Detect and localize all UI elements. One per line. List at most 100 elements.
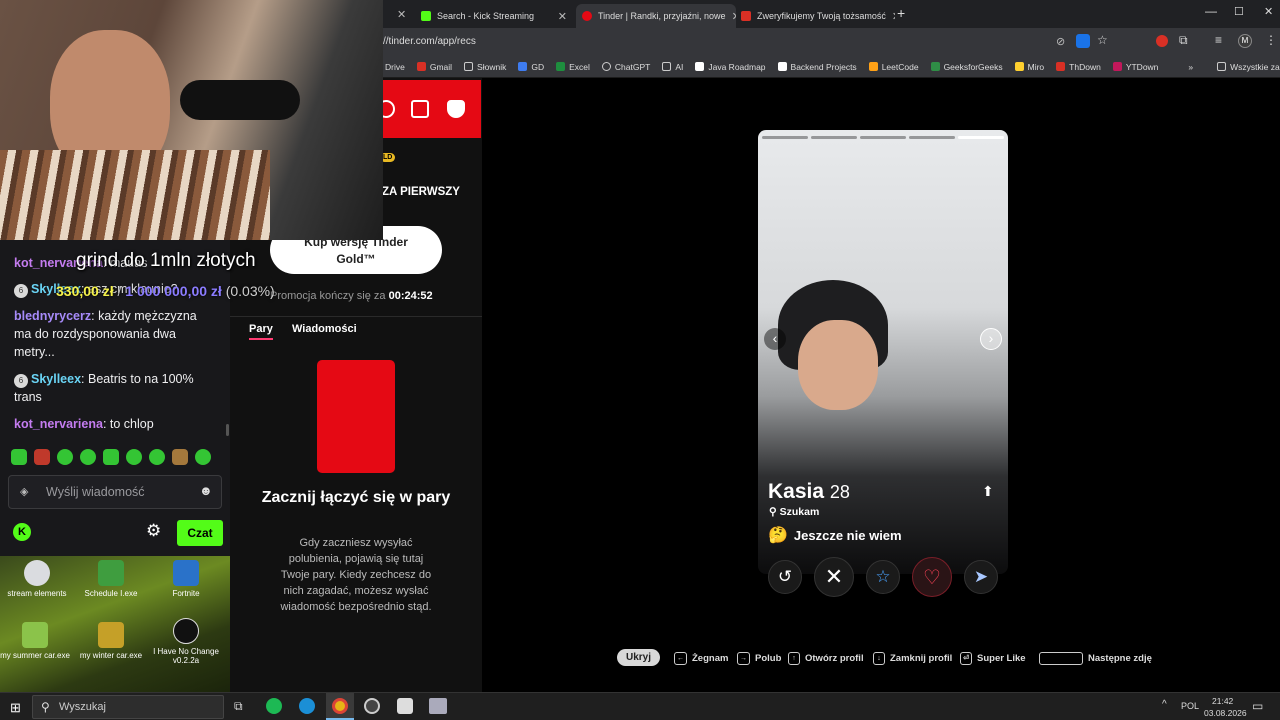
emote-icon[interactable] xyxy=(57,449,73,465)
desktop-icon[interactable]: my winter car.exe xyxy=(76,622,146,660)
language-indicator[interactable]: POL xyxy=(1181,701,1199,711)
notification-icon[interactable]: ▭ xyxy=(1252,699,1263,713)
shortcut-nope: ← Żegnam xyxy=(674,650,728,666)
folder-icon xyxy=(464,62,474,71)
undo-icon[interactable]: ↺ xyxy=(768,560,802,594)
bookmark-star-icon[interactable]: ☆ xyxy=(1097,33,1108,47)
windows-start-icon[interactable]: ⊞ xyxy=(10,700,21,716)
bookmark-item[interactable]: AI xyxy=(662,62,683,72)
profile-age: 28 xyxy=(829,482,850,502)
close-window-icon[interactable]: ✕ xyxy=(1264,5,1273,18)
translate-icon[interactable] xyxy=(1076,34,1090,48)
photo-progress xyxy=(762,136,1004,139)
key-enter: ⏎ xyxy=(960,651,972,665)
shield-icon[interactable] xyxy=(447,100,465,118)
bookmark-item[interactable]: GeeksforGeeks xyxy=(930,62,1003,72)
tray-chevron-icon[interactable]: ^ xyxy=(1162,699,1167,710)
close-tab-icon[interactable]: ✕ xyxy=(558,10,567,23)
close-tab-icon[interactable]: ✕ xyxy=(397,8,406,21)
key-right: → xyxy=(737,651,750,665)
eye-off-icon[interactable]: ⊘ xyxy=(1056,35,1065,48)
desktop-icon[interactable]: my summer car.exe xyxy=(0,622,70,660)
desktop-icon[interactable]: stream elements xyxy=(2,560,72,598)
bookmark-item[interactable]: Drive xyxy=(385,62,405,72)
emote-icon[interactable] xyxy=(172,449,188,465)
emoji-icon[interactable]: ☻ xyxy=(199,483,213,498)
task-view-icon[interactable]: ⧉ xyxy=(234,699,243,714)
super-like-icon[interactable]: ☆ xyxy=(866,560,900,594)
emote-icon[interactable] xyxy=(126,449,142,465)
chat-scrollbar[interactable] xyxy=(226,424,229,436)
bookmark-item[interactable]: Backend Projects xyxy=(777,62,857,72)
all-bookmarks[interactable]: Wszystkie zakładki xyxy=(1217,62,1280,72)
tab-matches[interactable]: Pary xyxy=(249,323,273,340)
bookmark-item[interactable]: Gmail xyxy=(416,62,452,72)
clock-time[interactable]: 21:42 xyxy=(1212,696,1233,706)
open-profile-icon[interactable]: ⬆ xyxy=(982,483,994,500)
bookmark-item[interactable]: ChatGPT xyxy=(601,62,650,72)
key-left: ← xyxy=(674,651,687,665)
hide-shortcuts-button[interactable]: Ukryj xyxy=(617,649,661,666)
chat-input[interactable]: ◈ Wyślij wiadomość ☻ xyxy=(8,475,222,509)
bookmark-item[interactable]: Excel xyxy=(556,62,590,72)
bookmark-item[interactable]: Słownik xyxy=(464,62,506,72)
url-field[interactable]: //tinder.com/app/recs xyxy=(383,36,476,47)
emote-icon[interactable] xyxy=(80,449,96,465)
tab-kick[interactable]: Search - Kick Streaming ✕ xyxy=(415,4,573,28)
bookmark-item[interactable]: GD xyxy=(518,62,544,72)
new-tab-icon[interactable]: + xyxy=(897,5,905,21)
emote-icon[interactable] xyxy=(195,449,211,465)
sub-badge: 6 xyxy=(14,374,28,388)
desktop-icon[interactable]: Fortnite xyxy=(151,560,221,598)
tab-gmail[interactable]: Zweryfikujemy Twoją tożsamość ✕ xyxy=(735,4,895,28)
spotify-icon[interactable] xyxy=(266,698,282,714)
bookmark-item[interactable]: ThDown xyxy=(1056,62,1101,72)
clock-date[interactable]: 03.08.2026 xyxy=(1204,708,1247,718)
extension-icon[interactable] xyxy=(1156,35,1168,47)
desktop-icon[interactable]: I Have No Change v0.2.2a xyxy=(151,618,221,665)
promo-text: Promocja kończy się za xyxy=(270,290,386,302)
bookmark-item[interactable]: YTDown xyxy=(1112,62,1158,72)
desktop-icon[interactable]: Schedule I.exe xyxy=(76,560,146,598)
tab-search-icon[interactable]: ≡ xyxy=(1215,33,1222,47)
bookmark-item[interactable]: LeetCode xyxy=(868,62,919,72)
bookmarks-bar: Drive Gmail Słownik GD Excel ChatGPT AI … xyxy=(383,56,1280,78)
bookmark-item[interactable]: Java Roadmap xyxy=(695,62,766,72)
emote-icon[interactable] xyxy=(34,449,50,465)
emote-icon[interactable] xyxy=(103,449,119,465)
shortcut-like: → Polub xyxy=(737,650,781,666)
gear-icon[interactable]: ⚙ xyxy=(146,521,161,541)
shortcut-close: ↓ Zamknij profil xyxy=(873,650,952,666)
emote-icon[interactable] xyxy=(11,449,27,465)
tab-tinder[interactable]: Tinder | Randki, przyjaźni, nowe ✕ xyxy=(576,4,736,28)
shortcut-superlike: ⏎ Super Like xyxy=(960,650,1026,666)
streamer-shirt xyxy=(0,150,270,240)
chrome-taskbar-item[interactable] xyxy=(326,693,354,720)
close-tab-icon[interactable]: ✕ xyxy=(892,10,895,23)
next-photo-icon[interactable]: › xyxy=(980,328,1002,350)
app-icon[interactable] xyxy=(397,698,413,714)
avatar[interactable]: M xyxy=(1238,34,1252,48)
nope-icon[interactable]: ✕ xyxy=(814,557,854,597)
app-icon[interactable] xyxy=(429,698,447,714)
taskbar-search[interactable]: ⚲ Wyszukaj xyxy=(32,695,224,719)
bookmark-item[interactable]: Miro xyxy=(1014,62,1044,72)
chat-send-button[interactable]: Czat xyxy=(177,520,223,546)
prev-photo-icon[interactable]: ‹ xyxy=(764,328,786,350)
puzzle-icon[interactable]: ⧉ xyxy=(1179,33,1188,48)
minimize-icon[interactable]: — xyxy=(1205,4,1217,18)
shortcut-next-photo: Następne zdję xyxy=(1039,650,1152,666)
search-icon: ⚲ xyxy=(769,506,777,518)
tab-messages[interactable]: Wiadomości xyxy=(292,323,357,335)
emote-icon[interactable] xyxy=(149,449,165,465)
chatgpt-icon xyxy=(601,62,611,71)
profile-card[interactable]: ‹ › Kasia 28 ⬆ ⚲ Szukam 🤔 Jeszcze nie wi… xyxy=(758,130,1008,574)
more-menu-icon[interactable]: ⋮ xyxy=(1265,33,1277,47)
boost-icon[interactable]: ➤ xyxy=(964,560,998,594)
more-bookmarks-icon[interactable]: » xyxy=(1188,62,1193,72)
edge-icon[interactable] xyxy=(299,698,315,714)
maximize-icon[interactable]: ☐ xyxy=(1234,5,1244,18)
like-icon[interactable]: ♡ xyxy=(912,557,952,597)
obs-icon[interactable] xyxy=(364,698,380,714)
briefcase-icon[interactable] xyxy=(411,100,429,118)
